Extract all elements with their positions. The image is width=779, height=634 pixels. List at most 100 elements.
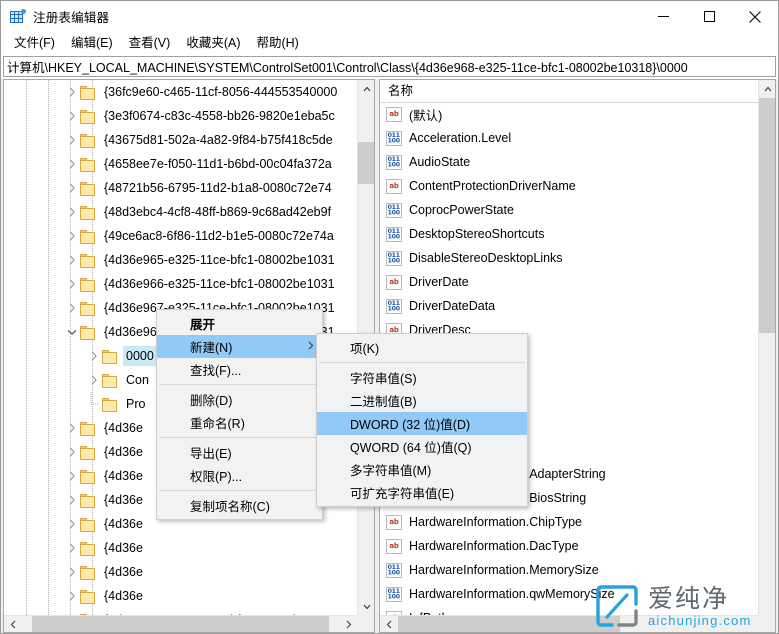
tree-item[interactable]: {49ce6ac8-6f86-11d2-b1e5-0080c72e74a [4, 224, 357, 248]
tree-scroll-down-arrow[interactable] [358, 598, 375, 615]
title-bar-left: 注册表编辑器 [1, 7, 109, 26]
menu-help[interactable]: 帮助(H) [248, 33, 306, 53]
string-value-icon: ab [386, 107, 402, 122]
value-row[interactable]: ab(默认) [380, 102, 758, 126]
menu-favorites[interactable]: 收藏夹(A) [178, 33, 248, 53]
tree-context-menu[interactable]: 展开新建(N)查找(F)... 删除(D) 重命名(R) 导出(E)权限(P)... 复… [156, 309, 323, 520]
value-row[interactable]: abHardwareInformation.ChipType [380, 510, 758, 534]
tree-item[interactable]: {48721b56-6795-11d2-b1a8-0080c72e74 [4, 176, 357, 200]
context-menu-item[interactable]: 权限(P)... [157, 464, 322, 487]
chevron-up-icon [363, 86, 371, 92]
tree-expander-collapsed-icon[interactable] [64, 152, 80, 176]
tree-item[interactable]: {4d36e [4, 560, 357, 584]
value-row[interactable]: 011100DisableStereoDesktopLinks [380, 246, 758, 270]
value-name: DisableStereoDesktopLinks [409, 251, 563, 265]
value-row[interactable]: 011100Acceleration.Level [380, 126, 758, 150]
tree-item[interactable]: {4d36e [4, 536, 357, 560]
tree-expander-collapsed-icon[interactable] [64, 296, 80, 320]
tree-expander-collapsed-icon[interactable] [64, 128, 80, 152]
tree-scroll-up-arrow[interactable] [358, 80, 375, 97]
value-row[interactable]: abInfPath [380, 606, 758, 615]
submenu-item[interactable]: 二进制值(B) [317, 389, 527, 412]
context-menu-item[interactable]: 新建(N) [157, 335, 322, 358]
tree-item[interactable]: {36fc9e60-c465-11cf-8056-444553540000 [4, 80, 357, 104]
maximize-button[interactable] [686, 1, 732, 32]
value-row[interactable]: abHardwareInformation.DacType [380, 534, 758, 558]
context-menu-item[interactable]: 重命名(R) [157, 411, 322, 434]
tree-item[interactable]: {43675d81-502a-4a82-9f84-b75f418c5de [4, 128, 357, 152]
tree-expander-collapsed-icon[interactable] [64, 608, 80, 615]
value-row[interactable]: abContentProtectionDriverName [380, 174, 758, 198]
tree-hscroll-thumb[interactable] [32, 616, 329, 633]
menu-file[interactable]: 文件(F) [6, 33, 63, 53]
tree-item[interactable]: {48d3ebc4-4cf8-48ff-b869-9c68ad42eb9f [4, 200, 357, 224]
tree-item-label: 0000 [124, 347, 156, 365]
submenu-item[interactable]: 项(K) [317, 336, 527, 359]
context-menu-item-label: 重命名(R) [190, 413, 245, 432]
tree-expander-collapsed-icon[interactable] [64, 536, 80, 560]
value-row[interactable]: 011100HardwareInformation.qwMemorySize [380, 582, 758, 606]
submenu-item[interactable]: DWORD (32 位)值(D) [317, 412, 527, 435]
address-bar[interactable]: 计算机\HKEY_LOCAL_MACHINE\SYSTEM\ControlSet… [3, 56, 776, 77]
values-vertical-scrollbar[interactable] [758, 80, 775, 615]
context-menu-item[interactable]: 复制项名称(C) [157, 494, 322, 517]
new-submenu[interactable]: 项(K) 字符串值(S)二进制值(B)DWORD (32 位)值(D)QWORD … [316, 333, 528, 507]
context-menu-item[interactable]: 查找(F)... [157, 358, 322, 381]
tree-horizontal-scrollbar[interactable] [4, 615, 374, 632]
tree-expander-collapsed-icon[interactable] [64, 224, 80, 248]
value-row[interactable]: 011100AudioState [380, 150, 758, 174]
tree-expander-collapsed-icon[interactable] [64, 584, 80, 608]
close-icon [749, 11, 761, 23]
column-header-name[interactable]: 名称 [380, 80, 680, 102]
context-menu-item[interactable]: 导出(E) [157, 441, 322, 464]
menu-view[interactable]: 查看(V) [121, 33, 179, 53]
tree-expander-collapsed-icon[interactable] [64, 560, 80, 584]
tree-expander-collapsed-icon[interactable] [64, 440, 80, 464]
tree-expander-collapsed-icon[interactable] [86, 368, 102, 392]
tree-item[interactable]: {3e3f0674-c83c-4558-bb26-9820e1eba5c [4, 104, 357, 128]
tree-expander-collapsed-icon[interactable] [64, 416, 80, 440]
value-row[interactable]: 011100CoprocPowerState [380, 198, 758, 222]
tree-expander-collapsed-icon[interactable] [64, 272, 80, 296]
tree-expander-collapsed-icon[interactable] [64, 488, 80, 512]
tree-scroll-thumb[interactable] [358, 142, 375, 184]
values-horizontal-scrollbar[interactable] [380, 615, 775, 632]
tree-expander-collapsed-icon[interactable] [86, 344, 102, 368]
tree-expander-collapsed-icon[interactable] [64, 512, 80, 536]
context-menu-item[interactable]: 展开 [157, 312, 322, 335]
value-row[interactable]: 011100HardwareInformation.MemorySize [380, 558, 758, 582]
minimize-button[interactable] [640, 1, 686, 32]
value-row[interactable]: 011100DriverDateData [380, 294, 758, 318]
tree-expander-expanded-icon[interactable] [64, 320, 80, 344]
tree-item[interactable]: {4d36e971-e325-11ce-bfc1-08002be1031 [4, 608, 357, 615]
value-row[interactable]: 011100DesktopStereoShortcuts [380, 222, 758, 246]
tree-item[interactable]: {4d36e965-e325-11ce-bfc1-08002be1031 [4, 248, 357, 272]
tree-expander-collapsed-icon[interactable] [64, 248, 80, 272]
tree-hscroll-right-arrow[interactable] [340, 616, 357, 633]
close-button[interactable] [732, 1, 778, 32]
folder-icon [80, 493, 97, 508]
tree-expander-collapsed-icon[interactable] [64, 176, 80, 200]
tree-expander-collapsed-icon[interactable] [64, 104, 80, 128]
values-scroll-thumb[interactable] [759, 98, 776, 333]
submenu-item[interactable]: 字符串值(S) [317, 366, 527, 389]
context-menu-item[interactable]: 删除(D) [157, 388, 322, 411]
submenu-item[interactable]: 可扩充字符串值(E) [317, 481, 527, 504]
tree-expander-collapsed-icon[interactable] [64, 200, 80, 224]
tree-expander-collapsed-icon[interactable] [64, 80, 80, 104]
tree-hscroll-left-arrow[interactable] [4, 616, 21, 633]
folder-icon [80, 445, 97, 460]
tree-item[interactable]: {4658ee7e-f050-11d1-b6bd-00c04fa372a [4, 152, 357, 176]
submenu-chevron-right-icon [308, 341, 314, 352]
submenu-item[interactable]: 多字符串值(M) [317, 458, 527, 481]
menu-edit[interactable]: 编辑(E) [63, 33, 121, 53]
values-hscroll-thumb[interactable] [398, 616, 620, 633]
tree-item-label: {4d36e965-e325-11ce-bfc1-08002be1031 [102, 251, 337, 269]
tree-item[interactable]: {4d36e966-e325-11ce-bfc1-08002be1031 [4, 272, 357, 296]
tree-expander-collapsed-icon[interactable] [64, 464, 80, 488]
values-scroll-up-arrow[interactable] [759, 80, 776, 97]
tree-item[interactable]: {4d36e [4, 584, 357, 608]
submenu-item[interactable]: QWORD (64 位)值(Q) [317, 435, 527, 458]
values-hscroll-left-arrow[interactable] [380, 616, 397, 633]
value-row[interactable]: abDriverDate [380, 270, 758, 294]
